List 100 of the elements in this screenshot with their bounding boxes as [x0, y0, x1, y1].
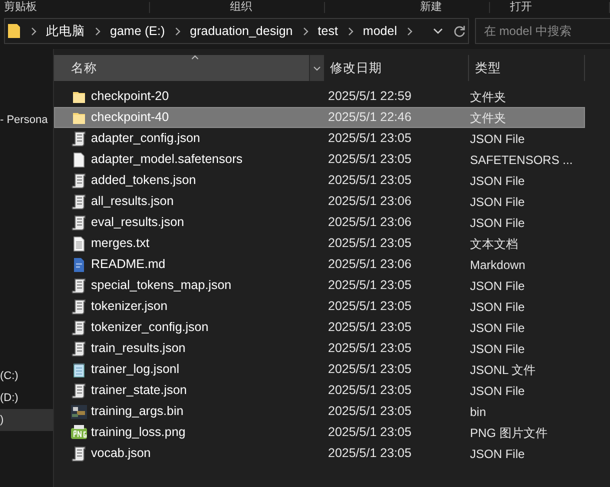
file-type: Markdown	[470, 256, 526, 274]
search-field[interactable]: 在 model 中搜索	[474, 18, 610, 44]
file-row[interactable]: trainer_log.jsonl 2025/5/1 23:05 JSONL 文件	[54, 359, 585, 380]
folder-icon	[72, 110, 86, 124]
modified-date: 2025/5/1 23:05	[327, 445, 412, 462]
script-file-icon	[71, 214, 87, 230]
script-file-icon	[71, 278, 87, 294]
png-file-icon	[71, 424, 87, 440]
script-file-icon	[71, 446, 87, 462]
file-type: JSON File	[470, 446, 525, 462]
file-type: SAFETENSORS ...	[470, 152, 573, 168]
file-type: 文件夹	[470, 88, 506, 106]
file-name: added_tokens.json	[90, 172, 197, 190]
modified-date: 2025/5/1 23:05	[327, 298, 412, 316]
file-type: JSON File	[470, 382, 525, 400]
file-type: bin	[470, 404, 486, 420]
image-thumbnail-icon	[71, 404, 87, 420]
sidebar-item[interactable]: (D:)	[0, 387, 53, 409]
file-name: all_results.json	[90, 193, 175, 210]
file-row[interactable]: vocab.json 2025/5/1 23:05 JSON File	[54, 443, 585, 464]
file-type: JSON File	[470, 214, 525, 232]
file-type: 文件夹	[470, 110, 506, 126]
modified-date: 2025/5/1 22:46	[327, 109, 412, 126]
modified-date: 2025/5/1 23:05	[327, 235, 412, 252]
chevron-icon	[348, 26, 354, 36]
file-row[interactable]: tokenizer.json 2025/5/1 23:05 JSON File	[54, 296, 585, 317]
modified-date: 2025/5/1 23:05	[327, 151, 412, 168]
file-row[interactable]: all_results.json 2025/5/1 23:06 JSON File	[54, 191, 585, 212]
modified-date: 2025/5/1 23:05	[327, 340, 412, 358]
file-name: adapter_model.safetensors	[90, 151, 244, 168]
dropdown-icon[interactable]	[432, 28, 443, 34]
text-file-icon	[72, 236, 86, 252]
blank-file-icon	[72, 152, 86, 168]
file-type: JSON File	[470, 130, 525, 148]
file-type: JSON File	[470, 172, 525, 190]
address-bar[interactable]: 此电脑 game (E:) graduation_design test model	[4, 18, 469, 44]
file-name: trainer_log.jsonl	[90, 361, 180, 378]
ribbon-group-label: 打开	[510, 1, 532, 13]
chevron-icon	[31, 26, 37, 36]
breadcrumb[interactable]: graduation_design	[190, 22, 293, 40]
column-header[interactable]: 名称	[54, 55, 309, 81]
modified-date: 2025/5/1 23:05	[327, 130, 412, 148]
file-row[interactable]: train_results.json 2025/5/1 23:05 JSON File	[54, 338, 585, 359]
modified-date: 2025/5/1 23:05	[327, 424, 412, 442]
modified-date: 2025/5/1 23:05	[327, 319, 412, 336]
file-type: JSON File	[470, 194, 525, 210]
dropdown-icon	[313, 66, 321, 70]
script-file-icon	[71, 340, 87, 356]
breadcrumb[interactable]: 此电脑	[46, 22, 85, 40]
sidebar-item[interactable]: - Persona	[0, 109, 53, 131]
breadcrumb[interactable]: test	[318, 22, 338, 40]
file-row[interactable]: added_tokens.json 2025/5/1 23:05 JSON File	[54, 170, 585, 191]
file-row[interactable]: adapter_config.json 2025/5/1 23:05 JSON File	[54, 128, 585, 149]
refresh-icon[interactable]	[452, 24, 466, 38]
file-type: JSON File	[470, 320, 525, 336]
file-row[interactable]: README.md 2025/5/1 23:06 Markdown	[54, 254, 585, 275]
breadcrumb[interactable]: model	[362, 22, 397, 40]
modified-date: 2025/5/1 23:05	[327, 277, 412, 294]
ribbon-group-label: 新建	[420, 1, 442, 13]
file-row[interactable]: training_loss.png 2025/5/1 23:05 PNG 图片文件	[54, 422, 585, 443]
file-name: train_results.json	[90, 340, 186, 358]
modified-date: 2025/5/1 23:05	[327, 403, 412, 420]
file-name: checkpoint-20	[90, 88, 170, 106]
file-name: special_tokens_map.json	[90, 277, 232, 294]
script-file-icon	[71, 194, 87, 210]
ribbon-group-label: 组织	[230, 1, 252, 13]
file-row[interactable]: checkpoint-20 2025/5/1 22:59 文件夹	[54, 86, 585, 107]
file-name: training_loss.png	[90, 424, 187, 442]
chevron-icon	[174, 26, 181, 36]
chevron-icon	[95, 26, 101, 36]
file-row[interactable]: checkpoint-40 2025/5/1 22:46 文件夹	[54, 107, 585, 128]
column-dropdown[interactable]	[309, 55, 324, 81]
breadcrumb[interactable]: game (E:)	[110, 22, 165, 40]
file-row[interactable]: trainer_state.json 2025/5/1 23:05 JSON File	[54, 380, 585, 401]
notepad-icon	[72, 362, 86, 378]
script-file-icon	[71, 130, 87, 146]
file-row[interactable]: special_tokens_map.json 2025/5/1 23:05 JSON File	[54, 275, 585, 296]
sidebar-item[interactable]: (C:)	[0, 365, 53, 387]
file-row[interactable]: training_args.bin 2025/5/1 23:05 bin	[54, 401, 585, 422]
script-file-icon	[71, 320, 87, 336]
modified-date: 2025/5/1 23:05	[327, 361, 412, 378]
modified-date: 2025/5/1 23:05	[327, 382, 412, 400]
chevron-icon	[302, 26, 309, 36]
modified-date: 2025/5/1 22:59	[327, 88, 412, 106]
file-name: eval_results.json	[90, 214, 186, 232]
file-row[interactable]: adapter_model.safetensors 2025/5/1 23:05 SAFETENSORS ...	[54, 149, 585, 170]
sidebar-item[interactable]: )	[0, 409, 53, 431]
file-row[interactable]: eval_results.json 2025/5/1 23:06 JSON File	[54, 212, 585, 233]
script-file-icon	[71, 298, 87, 314]
file-type: JSON File	[470, 298, 525, 316]
file-type: PNG 图片文件	[470, 424, 548, 442]
file-type: JSONL 文件	[470, 362, 536, 378]
column-header[interactable]: 修改日期	[324, 55, 469, 81]
file-name: checkpoint-40	[90, 109, 170, 126]
file-row[interactable]: merges.txt 2025/5/1 23:05 文本文档	[54, 233, 585, 254]
column-header[interactable]: 类型	[469, 55, 585, 81]
modified-date: 2025/5/1 23:05	[327, 172, 412, 190]
file-name: vocab.json	[90, 445, 152, 462]
file-row[interactable]: tokenizer_config.json 2025/5/1 23:05 JSON File	[54, 317, 585, 338]
document-icon	[72, 256, 86, 272]
